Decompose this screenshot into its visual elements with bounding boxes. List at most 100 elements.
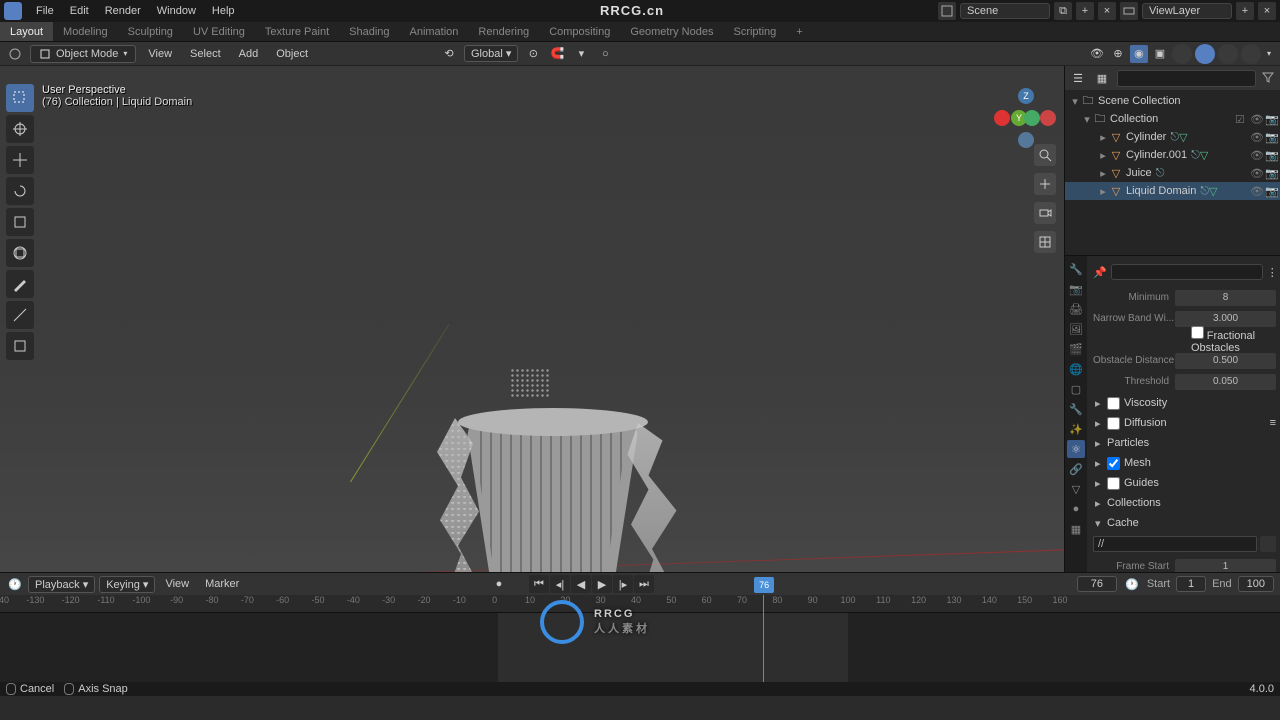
play-icon[interactable]: ▶: [592, 575, 612, 593]
perspective-toggle-icon[interactable]: [1034, 231, 1056, 253]
filter-icon[interactable]: [1262, 71, 1276, 85]
snap-icon[interactable]: 🧲: [548, 45, 566, 63]
scene-delete-icon[interactable]: ×: [1098, 2, 1116, 20]
gizmo-visibility-icon[interactable]: ⊕: [1109, 45, 1127, 63]
menu-edit[interactable]: Edit: [62, 0, 97, 22]
tab-sculpting[interactable]: Sculpting: [118, 22, 183, 41]
tab-scripting[interactable]: Scripting: [723, 22, 786, 41]
field-frame-start[interactable]: 1: [1175, 559, 1276, 573]
field-obstacle-distance[interactable]: 0.500: [1175, 353, 1276, 369]
panel-guides[interactable]: ▸Guides: [1093, 473, 1276, 493]
prop-tab-texture-icon[interactable]: ▦: [1067, 520, 1085, 538]
field-minimum[interactable]: 8: [1175, 290, 1276, 306]
checkbox-fractional[interactable]: [1191, 326, 1204, 339]
prop-tab-render-icon[interactable]: 📷: [1067, 280, 1085, 298]
prop-tab-constraints-icon[interactable]: 🔗: [1067, 460, 1085, 478]
tool-annotate-icon[interactable]: [6, 270, 34, 298]
timeline-view-menu[interactable]: View: [159, 578, 195, 590]
autokey-icon[interactable]: ●: [490, 575, 508, 593]
jump-start-icon[interactable]: ⏮: [529, 575, 549, 593]
keyframe-prev-icon[interactable]: ◂|: [550, 575, 570, 593]
camera-view-icon[interactable]: [1034, 202, 1056, 224]
tool-measure-icon[interactable]: [6, 301, 34, 329]
cache-path-input[interactable]: [1093, 536, 1257, 552]
scene-browse-icon[interactable]: ⧉: [1054, 2, 1072, 20]
liquid-domain-object[interactable]: [430, 398, 670, 572]
panel-diffusion[interactable]: ▸Diffusion≡: [1093, 413, 1276, 433]
tree-scene-collection[interactable]: ▾🗀Scene Collection: [1065, 92, 1280, 110]
tree-item-cylinder001[interactable]: ▸▽Cylinder.001 ⎋▽ 👁📷: [1065, 146, 1280, 164]
tool-move-icon[interactable]: [6, 146, 34, 174]
prop-pin-icon[interactable]: 📌: [1093, 266, 1107, 279]
panel-cache[interactable]: ▾Cache: [1093, 513, 1276, 533]
orientation-dropdown[interactable]: Global ▾: [464, 45, 518, 62]
timeline-marker-menu[interactable]: Marker: [199, 578, 245, 590]
navigation-gizmo[interactable]: Z Y: [994, 80, 1054, 140]
pan-icon[interactable]: [1034, 173, 1056, 195]
header-view-menu[interactable]: View: [142, 48, 178, 60]
prop-tab-output-icon[interactable]: 🖨: [1067, 300, 1085, 318]
field-threshold[interactable]: 0.050: [1175, 374, 1276, 390]
field-narrowband[interactable]: 3.000: [1175, 311, 1276, 327]
menu-window[interactable]: Window: [149, 0, 204, 22]
tab-texture-paint[interactable]: Texture Paint: [255, 22, 339, 41]
tool-scale-icon[interactable]: [6, 208, 34, 236]
viewlayer-delete-icon[interactable]: ×: [1258, 2, 1276, 20]
viewlayer-new-icon[interactable]: +: [1236, 2, 1254, 20]
prop-tab-modifiers-icon[interactable]: 🔧: [1067, 400, 1085, 418]
properties-search-input[interactable]: [1111, 264, 1263, 280]
preview-range-icon[interactable]: 🕐: [1123, 575, 1141, 593]
header-select-menu[interactable]: Select: [184, 48, 227, 60]
overlays-icon[interactable]: ◉: [1130, 45, 1148, 63]
shading-rendered-icon[interactable]: [1241, 44, 1261, 64]
snap-dropdown-icon[interactable]: ▾: [572, 45, 590, 63]
tree-item-liquid-domain[interactable]: ▸▽Liquid Domain ⎋▽ 👁📷: [1065, 182, 1280, 200]
tab-layout[interactable]: Layout: [0, 22, 53, 41]
keying-menu[interactable]: Keying ▾: [99, 576, 155, 593]
tab-uv-editing[interactable]: UV Editing: [183, 22, 255, 41]
outliner-type-icon[interactable]: ☰: [1069, 69, 1087, 87]
menu-render[interactable]: Render: [97, 0, 149, 22]
3d-viewport[interactable]: Options ▾ User Perspective (76) Collecti…: [0, 66, 1064, 572]
tab-animation[interactable]: Animation: [400, 22, 469, 41]
tool-cursor-icon[interactable]: [6, 115, 34, 143]
tool-select-box-icon[interactable]: [6, 84, 34, 112]
tool-add-cube-icon[interactable]: [6, 332, 34, 360]
proportional-icon[interactable]: ○: [596, 45, 614, 63]
tree-item-juice[interactable]: ▸▽Juice ⎋ 👁📷: [1065, 164, 1280, 182]
scene-name-field[interactable]: Scene: [960, 3, 1050, 19]
prop-tab-scene-icon[interactable]: 🎬: [1067, 340, 1085, 358]
shading-wireframe-icon[interactable]: [1172, 44, 1192, 64]
prop-tab-viewlayer-icon[interactable]: 🖼: [1067, 320, 1085, 338]
playhead[interactable]: 76: [763, 595, 764, 682]
start-frame-field[interactable]: 1: [1176, 576, 1206, 592]
prop-tab-particles-icon[interactable]: ✨: [1067, 420, 1085, 438]
panel-viscosity[interactable]: ▸Viscosity: [1093, 393, 1276, 413]
end-frame-field[interactable]: 100: [1238, 576, 1274, 592]
panel-mesh[interactable]: ▸Mesh: [1093, 453, 1276, 473]
selectability-icon[interactable]: 👁: [1088, 45, 1106, 63]
tab-compositing[interactable]: Compositing: [539, 22, 620, 41]
editor-type-icon[interactable]: [6, 45, 24, 63]
folder-icon[interactable]: [1260, 536, 1276, 552]
keyframe-next-icon[interactable]: |▸: [613, 575, 633, 593]
panel-collections[interactable]: ▸Collections: [1093, 493, 1276, 513]
xray-icon[interactable]: ▣: [1151, 45, 1169, 63]
current-frame-field[interactable]: 76: [1077, 576, 1117, 592]
prop-options-icon[interactable]: ⋮: [1267, 266, 1278, 279]
viewlayer-name-field[interactable]: ViewLayer: [1142, 3, 1232, 19]
panel-particles[interactable]: ▸Particles: [1093, 433, 1276, 453]
playback-menu[interactable]: Playback ▾: [28, 576, 95, 593]
menu-help[interactable]: Help: [204, 0, 243, 22]
jump-end-icon[interactable]: ⏭: [634, 575, 654, 593]
play-reverse-icon[interactable]: ◀: [571, 575, 591, 593]
mode-dropdown[interactable]: Object Mode ▾: [30, 45, 136, 63]
menu-file[interactable]: File: [28, 0, 62, 22]
tool-rotate-icon[interactable]: [6, 177, 34, 205]
outliner-search-input[interactable]: [1117, 70, 1256, 87]
outliner-display-icon[interactable]: ▦: [1093, 69, 1111, 87]
pivot-icon[interactable]: ⊙: [524, 45, 542, 63]
orientation-icon[interactable]: ⟲: [440, 45, 458, 63]
shading-dropdown-icon[interactable]: ▾: [1264, 49, 1274, 58]
tab-add[interactable]: +: [786, 22, 812, 41]
